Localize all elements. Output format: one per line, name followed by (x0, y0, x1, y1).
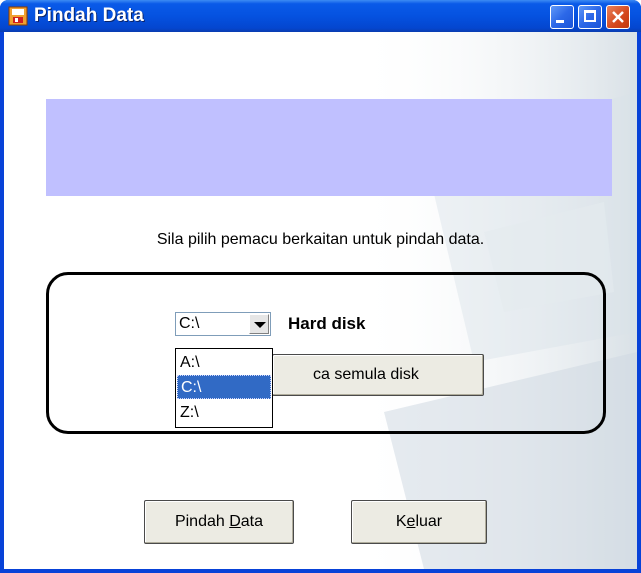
move-data-button-label: Pindah Data (175, 513, 263, 530)
move-data-button[interactable]: Pindah Data (144, 500, 294, 544)
drive-option[interactable]: Z:\ (177, 401, 271, 425)
maximize-button[interactable] (578, 5, 602, 29)
move-data-label-part2: ata (240, 513, 264, 530)
move-data-label-part1: Pindah (174, 513, 230, 530)
app-window: Pindah Data Sila pilih pemacu berkaitan … (0, 0, 641, 573)
banner (46, 99, 612, 196)
minimize-icon (556, 20, 564, 23)
refresh-disk-button[interactable]: ca semula disk (272, 354, 484, 396)
refresh-disk-button-label: ca semula disk (313, 366, 419, 383)
drive-select[interactable]: C:\ (175, 312, 271, 336)
chevron-down-icon (254, 322, 266, 328)
drive-option-selected[interactable]: C:\ (177, 375, 271, 399)
close-button[interactable] (606, 5, 630, 29)
app-icon (8, 6, 28, 26)
exit-label-part1: K (395, 513, 407, 530)
maximize-icon (584, 10, 596, 22)
drive-select-value: C:\ (179, 315, 200, 332)
close-icon (612, 11, 624, 23)
instruction-text: Sila pilih pemacu berkaitan untuk pindah… (156, 231, 485, 248)
client-area: Sila pilih pemacu berkaitan untuk pindah… (4, 32, 637, 569)
drive-option[interactable]: A:\ (177, 351, 271, 375)
minimize-button[interactable] (550, 5, 574, 29)
drive-dropdown-list: A:\ C:\ Z:\ (175, 348, 273, 428)
titlebar[interactable]: Pindah Data (0, 0, 641, 32)
window-title: Pindah Data (34, 5, 144, 26)
move-data-mnemonic: D (229, 513, 241, 530)
exit-button[interactable]: Keluar (351, 500, 487, 544)
drive-group-frame (46, 272, 606, 434)
drive-type-label: Hard disk (288, 314, 366, 333)
exit-button-label: Keluar (396, 513, 442, 530)
drive-select-dropdown-button[interactable] (249, 314, 269, 334)
exit-label-part2: luar (415, 513, 443, 530)
